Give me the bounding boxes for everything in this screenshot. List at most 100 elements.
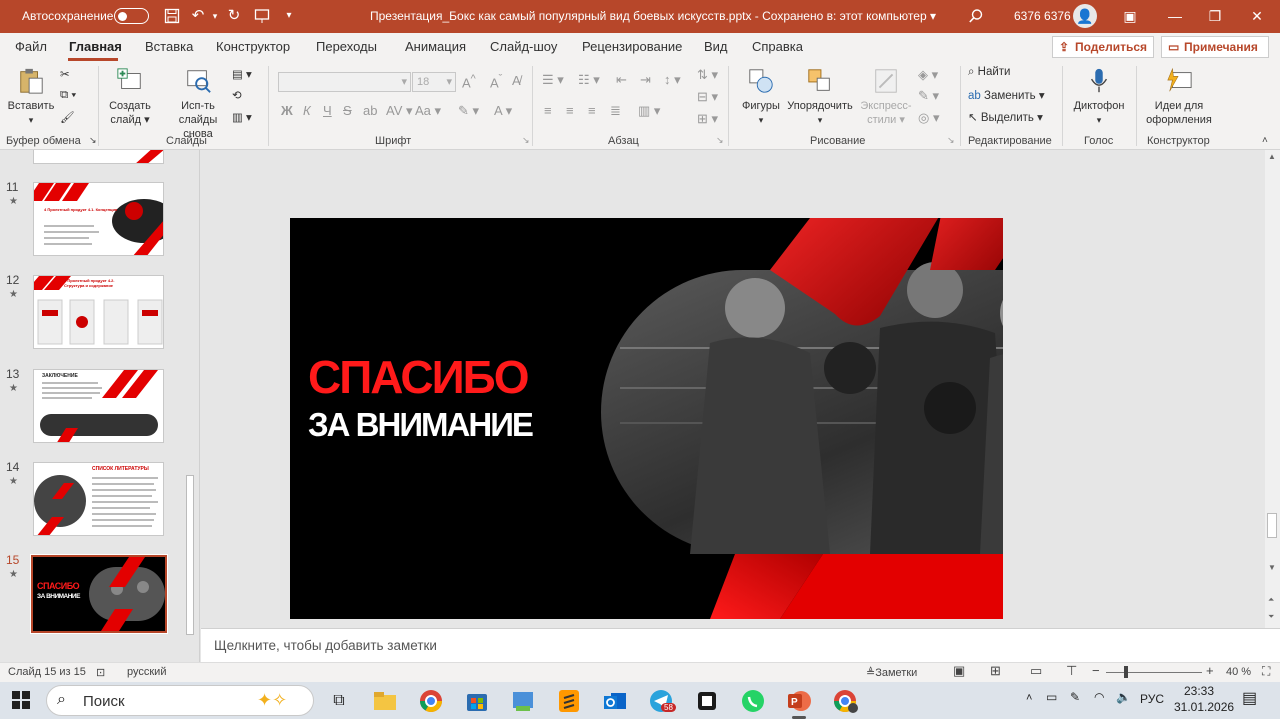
- avatar[interactable]: 👤: [1073, 4, 1097, 28]
- layout-icon[interactable]: ▤ ▾: [232, 67, 252, 81]
- replace-button[interactable]: ab Заменить ▾: [968, 88, 1045, 102]
- zoom-slider-thumb[interactable]: [1124, 666, 1128, 678]
- font-name-combo[interactable]: ▾: [278, 72, 411, 92]
- increase-indent-icon[interactable]: ⇥: [640, 72, 651, 88]
- slideshow-view-icon[interactable]: ⊤: [1066, 663, 1077, 679]
- dictate-button[interactable]: Диктофон ▾: [1070, 67, 1128, 127]
- select-button[interactable]: ↖ Выделить ▾: [968, 110, 1043, 124]
- change-case-icon[interactable]: Aa ▾: [415, 103, 441, 119]
- normal-view-icon[interactable]: ▣: [953, 663, 965, 679]
- search-icon[interactable]: [964, 5, 988, 27]
- arrange-button[interactable]: Упорядочить ▾: [785, 67, 855, 127]
- decrease-indent-icon[interactable]: ⇤: [616, 72, 627, 88]
- zoom-in-icon[interactable]: +: [1206, 663, 1214, 678]
- control-panel-icon[interactable]: [508, 686, 538, 716]
- thumbnail-slide-13[interactable]: ЗАКЛЮЧЕНИЕ: [33, 369, 164, 443]
- find-button[interactable]: ⌕ Найти: [968, 66, 1010, 79]
- tab-design[interactable]: Конструктор: [216, 39, 290, 54]
- user-name[interactable]: 6376 6376: [1014, 9, 1071, 23]
- spellcheck-icon[interactable]: ⊡: [96, 666, 105, 679]
- powerpoint-icon[interactable]: P: [784, 686, 814, 716]
- tab-transitions[interactable]: Переходы: [316, 39, 377, 54]
- align-text-icon[interactable]: ⊟ ▾: [697, 89, 718, 105]
- grow-font-icon[interactable]: A^: [462, 73, 476, 90]
- file-explorer-icon[interactable]: [370, 686, 400, 716]
- clear-formatting-icon[interactable]: A̸: [512, 73, 521, 88]
- taskbar-search[interactable]: ⌕ Поиск ✦✧: [46, 685, 314, 716]
- ribbon-display-icon[interactable]: ▣: [1110, 4, 1150, 28]
- reuse-slides-button[interactable]: Исп-ть слайды снова: [166, 67, 230, 141]
- align-right-icon[interactable]: ≡: [588, 103, 596, 118]
- paragraph-launcher-icon[interactable]: ↘: [716, 135, 724, 146]
- align-left-icon[interactable]: ≡: [544, 103, 552, 118]
- customize-qat-icon[interactable]: ▾: [280, 5, 298, 27]
- char-spacing-icon[interactable]: AV ▾: [386, 103, 413, 119]
- comments-button[interactable]: ▭ Примечания: [1161, 36, 1269, 58]
- notifications-icon[interactable]: ▤: [1242, 688, 1257, 708]
- share-button[interactable]: ⇪ Поделиться: [1052, 36, 1154, 58]
- align-center-icon[interactable]: ≡: [566, 103, 574, 118]
- zoom-level[interactable]: 40 %: [1226, 666, 1251, 678]
- shape-effects-icon[interactable]: ◎ ▾: [918, 110, 939, 126]
- save-icon[interactable]: [160, 5, 184, 27]
- document-title[interactable]: Презентация_Бокс как самый популярный ви…: [370, 9, 936, 23]
- italic-icon[interactable]: К: [303, 103, 311, 118]
- tab-animations[interactable]: Анимация: [405, 39, 466, 54]
- cut-icon[interactable]: ✂: [60, 67, 70, 81]
- new-slide-button[interactable]: Создать слайд ▾: [103, 67, 157, 127]
- font-launcher-icon[interactable]: ↘: [522, 135, 530, 146]
- notes-toggle[interactable]: ≜Заметки: [866, 666, 917, 679]
- quick-styles-button[interactable]: Экспресс-стили ▾: [855, 67, 917, 127]
- autosave-toggle[interactable]: [114, 8, 149, 24]
- highlight-icon[interactable]: ✎ ▾: [458, 103, 479, 119]
- whatsapp-icon[interactable]: [738, 686, 768, 716]
- font-color-icon[interactable]: A ▾: [494, 103, 512, 119]
- thumbnail-scrollbar[interactable]: [184, 150, 196, 662]
- slide-title-line1[interactable]: СПАСИБО: [308, 350, 529, 404]
- next-slide-icon[interactable]: ⏷: [1268, 612, 1274, 622]
- font-size-combo[interactable]: 18 ▾: [412, 72, 456, 92]
- network-icon[interactable]: ▭: [1046, 690, 1057, 704]
- strikethrough-icon[interactable]: S: [343, 103, 352, 118]
- bullets-icon[interactable]: ☰ ▾: [542, 72, 564, 88]
- sublime-icon[interactable]: [554, 686, 584, 716]
- tab-home[interactable]: Главная: [69, 39, 122, 54]
- copy-icon[interactable]: ⧉ ▾: [60, 89, 76, 102]
- thumbnail-slide-12[interactable]: 4 Проектный продукт 4.2. Структура и сод…: [33, 275, 164, 349]
- collapse-ribbon-icon[interactable]: ˄: [1262, 135, 1268, 146]
- numbering-icon[interactable]: ☷ ▾: [578, 72, 600, 88]
- drawing-launcher-icon[interactable]: ↘: [947, 135, 955, 146]
- line-spacing-icon[interactable]: ↕ ▾: [664, 72, 681, 88]
- reset-icon[interactable]: ⟲: [232, 88, 242, 102]
- minimize-button[interactable]: —: [1155, 4, 1195, 28]
- wifi-icon[interactable]: ◠: [1094, 690, 1104, 704]
- redo-icon[interactable]: ↻: [222, 5, 246, 27]
- tab-help[interactable]: Справка: [752, 39, 803, 54]
- scroll-down-icon[interactable]: ▼: [1268, 563, 1276, 572]
- pen-icon[interactable]: ✎: [1070, 690, 1080, 704]
- chrome-icon[interactable]: [416, 686, 446, 716]
- clock-time[interactable]: 23:33: [1184, 684, 1214, 698]
- slide-sorter-icon[interactable]: ⊞: [990, 663, 1001, 679]
- close-button[interactable]: ✕: [1237, 4, 1277, 28]
- zoom-slider[interactable]: [1106, 672, 1202, 673]
- current-slide[interactable]: СПАСИБО ЗА ВНИМАНИЕ: [290, 218, 1003, 619]
- paste-button[interactable]: Вставить ▾: [6, 67, 56, 127]
- shape-outline-icon[interactable]: ✎ ▾: [918, 88, 939, 104]
- editor-scroll-thumb[interactable]: [1267, 513, 1277, 538]
- shadow-icon[interactable]: ab: [363, 103, 377, 118]
- shrink-font-icon[interactable]: Aˇ: [490, 73, 502, 90]
- notes-placeholder[interactable]: Щелкните, чтобы добавить заметки: [214, 638, 437, 653]
- section-icon[interactable]: ▥ ▾: [232, 110, 252, 124]
- smartart-icon[interactable]: ⊞ ▾: [697, 111, 718, 127]
- notion-icon[interactable]: [692, 686, 722, 716]
- language-indicator[interactable]: русский: [127, 666, 166, 678]
- clipboard-launcher-icon[interactable]: ↘: [89, 135, 97, 146]
- tab-review[interactable]: Рецензирование: [582, 39, 682, 54]
- prev-slide-icon[interactable]: ⏶: [1268, 595, 1274, 605]
- tab-insert[interactable]: Вставка: [145, 39, 193, 54]
- undo-dropdown-icon[interactable]: ▾: [208, 5, 222, 27]
- format-painter-icon[interactable]: 🖌: [60, 110, 75, 124]
- present-icon[interactable]: [250, 5, 274, 27]
- reading-view-icon[interactable]: ▭: [1030, 663, 1042, 679]
